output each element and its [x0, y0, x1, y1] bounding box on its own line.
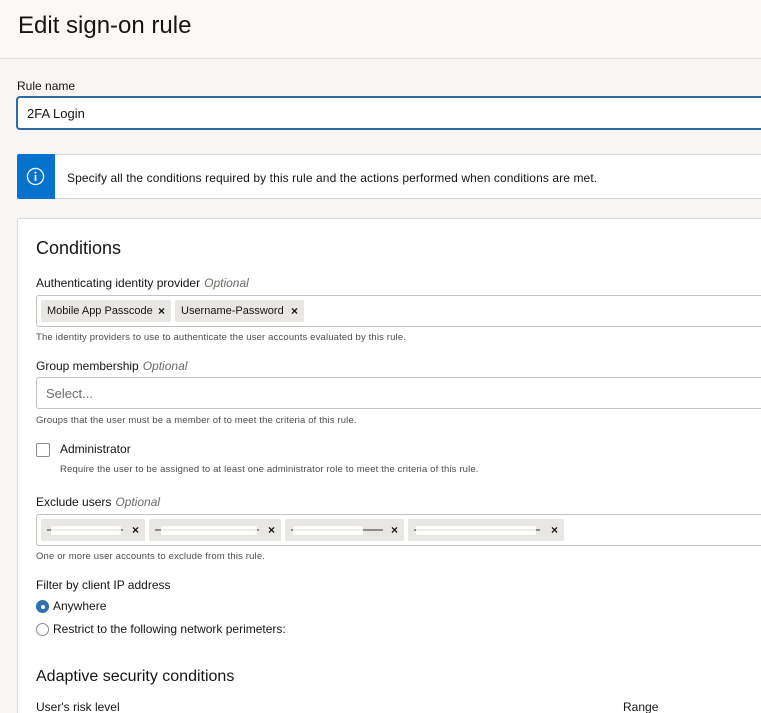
administrator-label: Administrator: [60, 442, 131, 456]
info-icon: [26, 167, 45, 186]
chip-label: Mobile App Passcode: [47, 305, 153, 317]
remove-chip-icon[interactable]: ×: [551, 519, 558, 541]
adaptive-title: Adaptive security conditions: [36, 668, 235, 685]
risk-level-label: User's risk level: [36, 700, 120, 713]
redacted-text: [293, 526, 363, 535]
group-membership-label: Group membership Optional: [36, 359, 187, 373]
redacted-text: [161, 526, 257, 535]
identity-provider-optional: Optional: [204, 276, 249, 290]
group-membership-select[interactable]: Select...: [36, 377, 761, 409]
info-banner: Specify all the conditions required by t…: [17, 154, 761, 199]
chip-excluded-user: ×: [41, 519, 145, 541]
redacted-text: [416, 526, 536, 535]
administrator-checkbox[interactable]: [36, 443, 50, 457]
exclude-users-label-text: Exclude users: [36, 495, 112, 509]
identity-provider-label: Authenticating identity provider Optional: [36, 276, 249, 290]
exclude-users-optional: Optional: [115, 495, 161, 509]
conditions-title: Conditions: [36, 238, 122, 258]
radio-anywhere[interactable]: [36, 600, 49, 613]
chip-mobile-app-passcode: Mobile App Passcode ×: [41, 300, 171, 322]
rule-name-input[interactable]: [17, 97, 761, 129]
redacted-text: [51, 526, 121, 535]
remove-chip-icon[interactable]: ×: [158, 300, 165, 322]
info-banner-text: Specify all the conditions required by t…: [67, 171, 598, 185]
group-membership-optional: Optional: [142, 359, 188, 373]
chip-excluded-user: ×: [285, 519, 404, 541]
remove-chip-icon[interactable]: ×: [268, 519, 275, 541]
radio-anywhere-label: Anywhere: [53, 599, 107, 613]
remove-chip-icon[interactable]: ×: [391, 519, 398, 541]
client-ip-label: Filter by client IP address: [36, 578, 171, 592]
chip-username-password: Username-Password ×: [175, 300, 304, 322]
group-membership-help: Groups that the user must be a member of…: [36, 415, 357, 426]
identity-provider-label-text: Authenticating identity provider: [36, 276, 201, 290]
rule-name-label: Rule name: [17, 79, 76, 93]
exclude-users-select[interactable]: × × × ×: [36, 514, 761, 546]
radio-restrict[interactable]: [36, 623, 49, 636]
page-header: Edit sign-on rule: [0, 0, 761, 59]
chip-excluded-user: ×: [408, 519, 564, 541]
remove-chip-icon[interactable]: ×: [132, 519, 139, 541]
identity-provider-select[interactable]: Mobile App Passcode × Username-Password …: [36, 295, 761, 327]
administrator-help: Require the user to be assigned to at le…: [60, 464, 479, 475]
exclude-users-label: Exclude users Optional: [36, 495, 160, 509]
page-title: Edit sign-on rule: [18, 12, 192, 39]
range-label: Range: [623, 700, 659, 713]
group-membership-label-text: Group membership: [36, 359, 139, 373]
remove-chip-icon[interactable]: ×: [291, 300, 298, 322]
group-membership-placeholder: Select...: [46, 386, 93, 401]
exclude-users-help: One or more user accounts to exclude fro…: [36, 551, 266, 562]
info-banner-accent: [17, 154, 55, 199]
chip-excluded-user: ×: [149, 519, 281, 541]
identity-provider-help: The identity providers to use to authent…: [36, 332, 407, 343]
radio-restrict-label: Restrict to the following network perime…: [53, 622, 286, 636]
chip-label: Username-Password: [181, 305, 284, 317]
